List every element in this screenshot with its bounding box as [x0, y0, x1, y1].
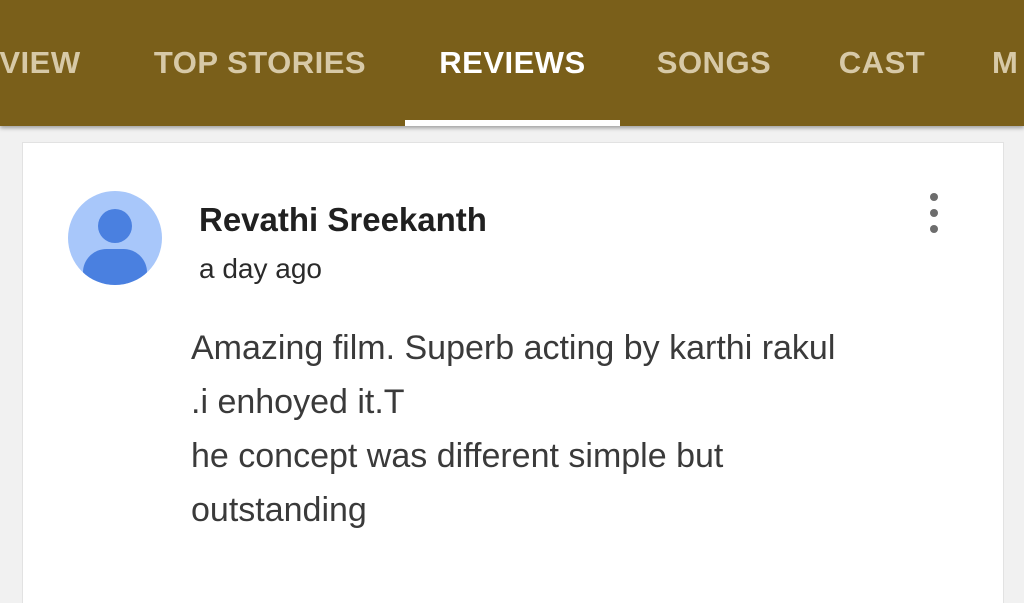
review-card: Revathi Sreekanth a day ago Amazing film… [22, 142, 1004, 603]
avatar-body [83, 249, 147, 285]
menu-dot [930, 193, 938, 201]
active-tab-indicator [405, 120, 620, 126]
review-line: .i enhoyed it.T [191, 383, 405, 421]
review-line: outstanding [191, 491, 367, 529]
menu-dot [930, 209, 938, 217]
tab-songs[interactable]: SONGS [650, 0, 778, 126]
review-line: Amazing film. Superb acting by karthi ra… [191, 329, 836, 367]
menu-dot [930, 225, 938, 233]
tab-cast[interactable]: CAST [832, 0, 932, 126]
tab-reviews[interactable]: REVIEWS [405, 0, 620, 126]
tab-overview[interactable]: VIEW [0, 0, 90, 126]
avatar-head [98, 209, 132, 243]
reviews-page: Revathi Sreekanth a day ago Amazing film… [0, 126, 1024, 603]
tab-top-stories[interactable]: TOP STORIES [146, 0, 374, 126]
review-timestamp: a day ago [199, 253, 322, 284]
tab-more[interactable]: M [992, 0, 1024, 126]
more-vert-icon[interactable] [921, 193, 947, 233]
review-body: Amazing film. Superb acting by karthi ra… [191, 321, 981, 537]
reviewer-name[interactable]: Revathi Sreekanth [199, 201, 487, 239]
review-line: he concept was different simple but [191, 437, 724, 475]
person-icon[interactable] [68, 191, 162, 285]
tab-bar: VIEW TOP STORIES REVIEWS SONGS CAST M [0, 0, 1024, 126]
